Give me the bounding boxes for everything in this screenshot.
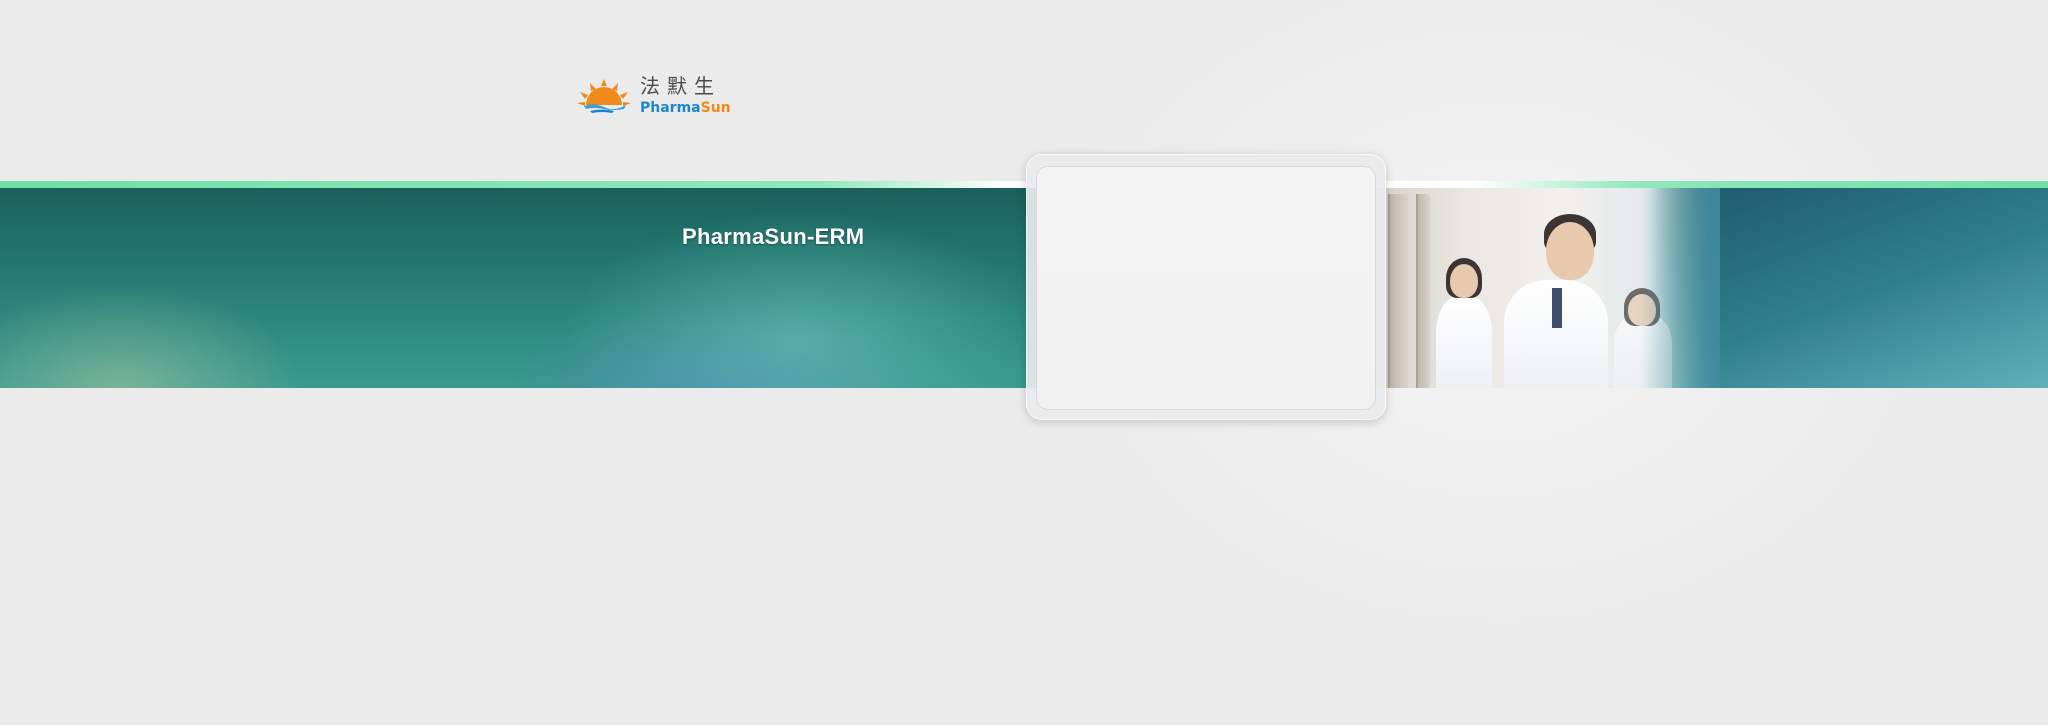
doctors-photo bbox=[1370, 188, 1720, 388]
banner-right-gradient bbox=[1700, 188, 2048, 388]
logo-english-name: PharmaSun bbox=[640, 100, 731, 116]
banner-accent-line bbox=[0, 181, 2048, 188]
logo-pharma-text: Pharma bbox=[640, 100, 701, 116]
corridor-door bbox=[1388, 194, 1408, 388]
logo-chinese-name: 法默生 bbox=[640, 74, 721, 98]
company-logo: 法默生 PharmaSun bbox=[574, 74, 734, 118]
login-panel bbox=[1026, 154, 1386, 420]
sun-logo-icon bbox=[577, 79, 631, 113]
hero-banner bbox=[0, 188, 2048, 388]
corridor-door bbox=[1416, 194, 1430, 388]
logo-sun-text: Sun bbox=[700, 100, 731, 116]
app-title: PharmaSun-ERM bbox=[682, 224, 865, 249]
login-panel-inner bbox=[1036, 166, 1376, 410]
